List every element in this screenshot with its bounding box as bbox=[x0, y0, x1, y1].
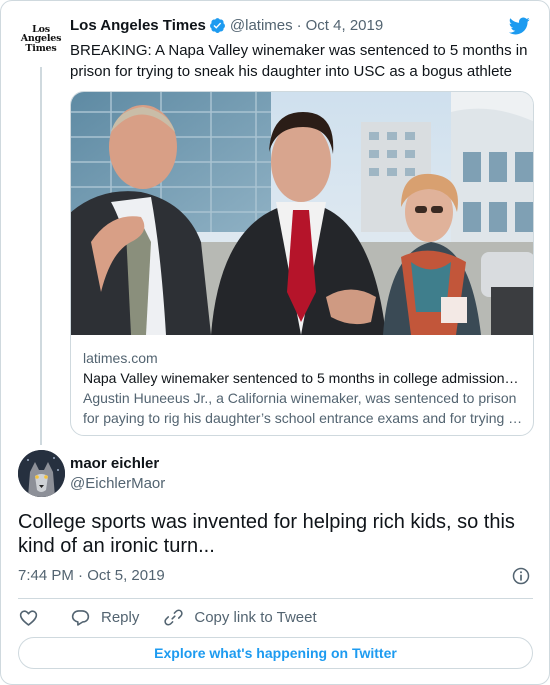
parent-author-name[interactable]: Los Angeles Times bbox=[70, 17, 206, 34]
explore-twitter-button[interactable]: Explore what's happening on Twitter bbox=[18, 637, 533, 669]
author-handle[interactable]: @EichlerMaor bbox=[70, 475, 165, 492]
article-description: Agustin Huneeus Jr., a California winema… bbox=[83, 390, 520, 426]
parent-tweet-text: BREAKING: A Napa Valley winemaker was se… bbox=[70, 42, 528, 80]
heart-icon bbox=[19, 609, 38, 626]
article-photo-illustration bbox=[71, 92, 533, 335]
link-icon bbox=[164, 608, 184, 626]
reply-button[interactable]: Reply bbox=[70, 607, 139, 628]
author-name[interactable]: maor eichler bbox=[70, 455, 159, 472]
copy-link-button[interactable]: Copy link to Tweet bbox=[163, 607, 317, 628]
parent-tweet-header: Los Angeles Times @latimes · Oct 4, 2019 bbox=[70, 17, 383, 34]
parent-author-handle[interactable]: @latimes bbox=[230, 17, 293, 34]
thread-connector-line bbox=[40, 67, 42, 445]
separator-dot: · bbox=[78, 567, 88, 584]
article-photo bbox=[71, 92, 533, 335]
author-avatar[interactable] bbox=[18, 450, 65, 497]
divider bbox=[18, 598, 533, 599]
article-link-card[interactable]: latimes.com Napa Valley winemaker senten… bbox=[70, 91, 534, 436]
info-icon[interactable] bbox=[511, 566, 531, 586]
wolf-avatar-image bbox=[18, 450, 65, 497]
copy-link-label: Copy link to Tweet bbox=[194, 608, 317, 626]
verified-badge-icon bbox=[209, 18, 225, 33]
parent-tweet-date[interactable]: Oct 4, 2019 bbox=[306, 17, 384, 34]
tweet-date: Oct 5, 2019 bbox=[87, 567, 165, 584]
twitter-bird-icon[interactable] bbox=[507, 15, 531, 37]
latimes-logo: Los Angeles Times bbox=[20, 23, 62, 54]
separator-dot: · bbox=[296, 17, 302, 34]
reply-bubble-icon bbox=[71, 609, 90, 626]
tweet-text: College sports was invented for helping … bbox=[18, 511, 515, 557]
tweet-actions: Reply Copy link to Tweet bbox=[18, 605, 317, 629]
tweet-time: 7:44 PM bbox=[18, 567, 74, 584]
latimes-logo-avatar[interactable]: Los Angeles Times bbox=[18, 16, 64, 62]
reply-label: Reply bbox=[101, 608, 140, 626]
tweet-timestamp[interactable]: 7:44 PM · Oct 5, 2019 bbox=[18, 567, 165, 584]
like-button[interactable] bbox=[18, 607, 39, 628]
article-meta: latimes.com Napa Valley winemaker senten… bbox=[83, 348, 523, 428]
article-domain: latimes.com bbox=[83, 350, 158, 366]
embedded-tweet-card: Los Angeles Times Los Angeles Times @lat… bbox=[0, 0, 550, 685]
article-title[interactable]: Napa Valley winemaker sentenced to 5 mon… bbox=[83, 368, 523, 388]
